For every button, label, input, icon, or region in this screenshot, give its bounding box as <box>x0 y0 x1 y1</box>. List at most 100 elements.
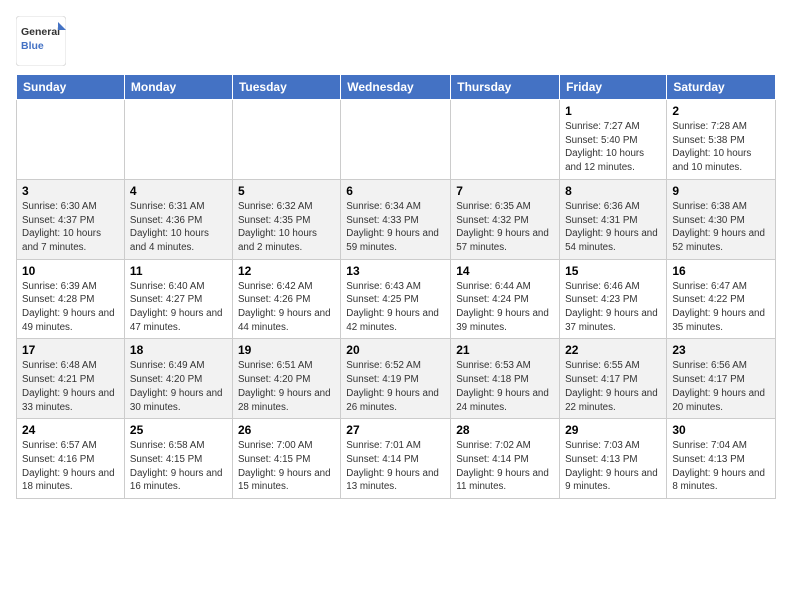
header-cell-monday: Monday <box>124 75 232 100</box>
header-cell-friday: Friday <box>560 75 667 100</box>
day-number: 4 <box>130 184 227 198</box>
day-cell: 28 Sunrise: 7:02 AM Sunset: 4:14 PM Dayli… <box>451 419 560 499</box>
logo: General Blue <box>16 16 66 66</box>
day-number: 12 <box>238 264 335 278</box>
day-number: 6 <box>346 184 445 198</box>
header-cell-tuesday: Tuesday <box>232 75 340 100</box>
day-number: 19 <box>238 343 335 357</box>
day-number: 10 <box>22 264 119 278</box>
day-number: 5 <box>238 184 335 198</box>
day-number: 24 <box>22 423 119 437</box>
day-info: Sunrise: 6:31 AM Sunset: 4:36 PM Dayligh… <box>130 200 227 255</box>
day-cell: 23 Sunrise: 6:56 AM Sunset: 4:17 PM Dayli… <box>667 339 776 419</box>
day-info: Sunrise: 6:52 AM Sunset: 4:19 PM Dayligh… <box>346 359 445 414</box>
day-cell: 11 Sunrise: 6:40 AM Sunset: 4:27 PM Dayli… <box>124 259 232 339</box>
day-number: 13 <box>346 264 445 278</box>
day-info: Sunrise: 7:02 AM Sunset: 4:14 PM Dayligh… <box>456 439 554 494</box>
day-cell: 18 Sunrise: 6:49 AM Sunset: 4:20 PM Dayli… <box>124 339 232 419</box>
day-info: Sunrise: 6:36 AM Sunset: 4:31 PM Dayligh… <box>565 200 661 255</box>
day-number: 29 <box>565 423 661 437</box>
svg-text:General: General <box>21 26 60 38</box>
day-number: 16 <box>672 264 770 278</box>
day-info: Sunrise: 7:27 AM Sunset: 5:40 PM Dayligh… <box>565 120 661 175</box>
day-number: 28 <box>456 423 554 437</box>
header-cell-wednesday: Wednesday <box>341 75 451 100</box>
week-row-3: 10 Sunrise: 6:39 AM Sunset: 4:28 PM Dayli… <box>17 259 776 339</box>
day-info: Sunrise: 6:56 AM Sunset: 4:17 PM Dayligh… <box>672 359 770 414</box>
day-cell <box>341 100 451 180</box>
day-cell: 19 Sunrise: 6:51 AM Sunset: 4:20 PM Dayli… <box>232 339 340 419</box>
day-cell: 1 Sunrise: 7:27 AM Sunset: 5:40 PM Daylig… <box>560 100 667 180</box>
day-cell: 9 Sunrise: 6:38 AM Sunset: 4:30 PM Daylig… <box>667 179 776 259</box>
day-number: 11 <box>130 264 227 278</box>
week-row-2: 3 Sunrise: 6:30 AM Sunset: 4:37 PM Daylig… <box>17 179 776 259</box>
day-info: Sunrise: 6:43 AM Sunset: 4:25 PM Dayligh… <box>346 280 445 335</box>
day-info: Sunrise: 6:47 AM Sunset: 4:22 PM Dayligh… <box>672 280 770 335</box>
day-number: 21 <box>456 343 554 357</box>
header-cell-sunday: Sunday <box>17 75 125 100</box>
day-cell: 22 Sunrise: 6:55 AM Sunset: 4:17 PM Dayli… <box>560 339 667 419</box>
day-number: 7 <box>456 184 554 198</box>
page: General Blue SundayMondayTuesdayWednesda… <box>0 0 792 515</box>
day-info: Sunrise: 6:55 AM Sunset: 4:17 PM Dayligh… <box>565 359 661 414</box>
day-info: Sunrise: 7:00 AM Sunset: 4:15 PM Dayligh… <box>238 439 335 494</box>
day-info: Sunrise: 6:44 AM Sunset: 4:24 PM Dayligh… <box>456 280 554 335</box>
day-info: Sunrise: 6:39 AM Sunset: 4:28 PM Dayligh… <box>22 280 119 335</box>
day-info: Sunrise: 6:51 AM Sunset: 4:20 PM Dayligh… <box>238 359 335 414</box>
day-info: Sunrise: 6:38 AM Sunset: 4:30 PM Dayligh… <box>672 200 770 255</box>
week-row-4: 17Sunrise: 6:48 AM Sunset: 4:21 PM Dayli… <box>17 339 776 419</box>
day-number: 3 <box>22 184 119 198</box>
day-info: Sunrise: 6:57 AM Sunset: 4:16 PM Dayligh… <box>22 439 119 494</box>
day-cell: 21 Sunrise: 6:53 AM Sunset: 4:18 PM Dayli… <box>451 339 560 419</box>
day-number: 30 <box>672 423 770 437</box>
day-info: Sunrise: 6:53 AM Sunset: 4:18 PM Dayligh… <box>456 359 554 414</box>
day-cell: 10 Sunrise: 6:39 AM Sunset: 4:28 PM Dayli… <box>17 259 125 339</box>
day-info: Sunrise: 6:46 AM Sunset: 4:23 PM Dayligh… <box>565 280 661 335</box>
day-cell: 27Sunrise: 7:01 AM Sunset: 4:14 PM Dayli… <box>341 419 451 499</box>
day-cell: 14Sunrise: 6:44 AM Sunset: 4:24 PM Dayli… <box>451 259 560 339</box>
day-cell: 13 Sunrise: 6:43 AM Sunset: 4:25 PM Dayli… <box>341 259 451 339</box>
day-cell: 2 Sunrise: 7:28 AM Sunset: 5:38 PM Daylig… <box>667 100 776 180</box>
header-cell-thursday: Thursday <box>451 75 560 100</box>
week-row-5: 24 Sunrise: 6:57 AM Sunset: 4:16 PM Dayli… <box>17 419 776 499</box>
day-cell: 25Sunrise: 6:58 AM Sunset: 4:15 PM Dayli… <box>124 419 232 499</box>
day-cell <box>124 100 232 180</box>
day-cell: 3 Sunrise: 6:30 AM Sunset: 4:37 PM Daylig… <box>17 179 125 259</box>
day-cell <box>17 100 125 180</box>
calendar-table: SundayMondayTuesdayWednesdayThursdayFrid… <box>16 74 776 499</box>
day-cell: 17Sunrise: 6:48 AM Sunset: 4:21 PM Dayli… <box>17 339 125 419</box>
day-cell: 26Sunrise: 7:00 AM Sunset: 4:15 PM Dayli… <box>232 419 340 499</box>
day-cell: 12 Sunrise: 6:42 AM Sunset: 4:26 PM Dayli… <box>232 259 340 339</box>
day-info: Sunrise: 6:42 AM Sunset: 4:26 PM Dayligh… <box>238 280 335 335</box>
day-info: Sunrise: 6:34 AM Sunset: 4:33 PM Dayligh… <box>346 200 445 255</box>
day-info: Sunrise: 7:04 AM Sunset: 4:13 PM Dayligh… <box>672 439 770 494</box>
day-number: 18 <box>130 343 227 357</box>
day-cell: 8 Sunrise: 6:36 AM Sunset: 4:31 PM Daylig… <box>560 179 667 259</box>
day-cell <box>232 100 340 180</box>
day-cell: 5 Sunrise: 6:32 AM Sunset: 4:35 PM Daylig… <box>232 179 340 259</box>
day-info: Sunrise: 6:49 AM Sunset: 4:20 PM Dayligh… <box>130 359 227 414</box>
logo-svg: General Blue <box>16 16 66 66</box>
day-cell: 15Sunrise: 6:46 AM Sunset: 4:23 PM Dayli… <box>560 259 667 339</box>
day-number: 25 <box>130 423 227 437</box>
day-info: Sunrise: 6:40 AM Sunset: 4:27 PM Dayligh… <box>130 280 227 335</box>
day-info: Sunrise: 6:35 AM Sunset: 4:32 PM Dayligh… <box>456 200 554 255</box>
week-row-1: 1 Sunrise: 7:27 AM Sunset: 5:40 PM Daylig… <box>17 100 776 180</box>
day-cell: 6 Sunrise: 6:34 AM Sunset: 4:33 PM Daylig… <box>341 179 451 259</box>
day-cell: 7 Sunrise: 6:35 AM Sunset: 4:32 PM Daylig… <box>451 179 560 259</box>
day-info: Sunrise: 7:03 AM Sunset: 4:13 PM Dayligh… <box>565 439 661 494</box>
day-number: 23 <box>672 343 770 357</box>
header: General Blue <box>16 16 776 66</box>
day-number: 9 <box>672 184 770 198</box>
day-info: Sunrise: 7:28 AM Sunset: 5:38 PM Dayligh… <box>672 120 770 175</box>
header-row: SundayMondayTuesdayWednesdayThursdayFrid… <box>17 75 776 100</box>
day-number: 1 <box>565 104 661 118</box>
day-number: 27 <box>346 423 445 437</box>
day-info: Sunrise: 6:32 AM Sunset: 4:35 PM Dayligh… <box>238 200 335 255</box>
svg-text:Blue: Blue <box>21 40 44 52</box>
day-number: 22 <box>565 343 661 357</box>
day-info: Sunrise: 6:30 AM Sunset: 4:37 PM Dayligh… <box>22 200 119 255</box>
day-number: 8 <box>565 184 661 198</box>
day-number: 20 <box>346 343 445 357</box>
day-number: 2 <box>672 104 770 118</box>
